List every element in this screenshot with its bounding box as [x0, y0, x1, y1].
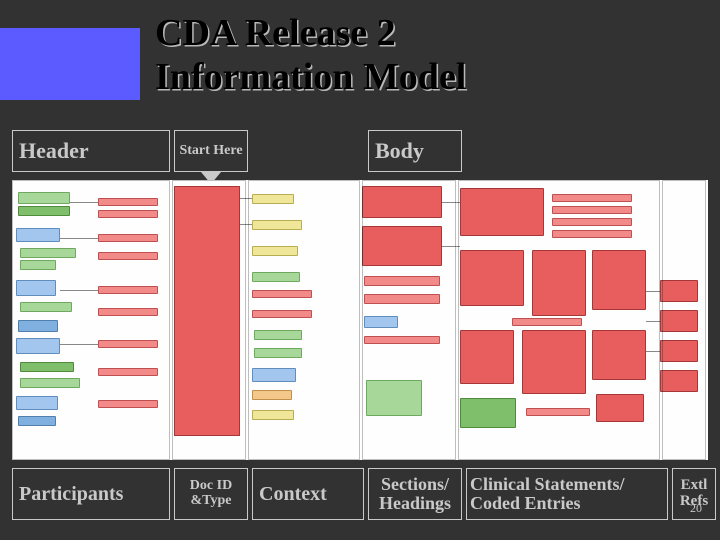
- uml-box: [592, 330, 646, 380]
- uml-box: [252, 410, 294, 420]
- uml-box: [20, 260, 56, 270]
- spacer-context-top: [252, 130, 364, 172]
- uml-box: [18, 416, 56, 426]
- uml-box: [98, 210, 158, 218]
- uml-box: [512, 318, 582, 326]
- uml-box: [364, 316, 398, 328]
- content-area: Header Start Here Body: [12, 130, 708, 520]
- uml-box: [16, 338, 60, 354]
- uml-box: [98, 340, 158, 348]
- uml-line: [60, 344, 98, 345]
- page-number: 20: [690, 501, 702, 516]
- uml-box: [252, 272, 300, 282]
- uml-box: [460, 188, 544, 236]
- uml-box: [526, 408, 590, 416]
- uml-box: [364, 336, 440, 344]
- uml-box: [98, 308, 158, 316]
- label-sections-headings: Sections/ Headings: [368, 468, 462, 520]
- uml-box: [18, 320, 58, 332]
- uml-box: [596, 394, 644, 422]
- uml-line: [60, 238, 98, 239]
- uml-box: [460, 330, 514, 384]
- uml-box: [20, 378, 80, 388]
- uml-box: [362, 186, 442, 218]
- title-line-1: CDA Release 2: [155, 12, 396, 54]
- uml-box: [18, 192, 70, 204]
- uml-central-class: [174, 186, 240, 436]
- uml-line: [442, 202, 460, 203]
- uml-box: [660, 310, 698, 332]
- label-start-here: Start Here: [174, 130, 248, 172]
- uml-box: [460, 250, 524, 306]
- label-docid-type: Doc ID &Type: [174, 468, 248, 520]
- uml-box: [364, 294, 440, 304]
- uml-box: [364, 276, 440, 286]
- uml-box: [20, 248, 76, 258]
- uml-box: [552, 194, 632, 202]
- uml-box: [366, 380, 422, 416]
- spacer-extl-top: [672, 130, 716, 172]
- uml-box: [252, 368, 296, 382]
- uml-box: [592, 250, 646, 310]
- title-accent-block: [0, 28, 140, 100]
- uml-line: [646, 291, 660, 292]
- uml-line: [240, 198, 252, 199]
- uml-box: [252, 246, 298, 256]
- uml-box: [660, 370, 698, 392]
- uml-box: [660, 340, 698, 362]
- uml-box: [252, 390, 292, 400]
- uml-box: [16, 396, 58, 410]
- uml-line: [70, 202, 98, 203]
- uml-box: [252, 310, 312, 318]
- bottom-label-row: Participants Doc ID &Type Context Sectio…: [12, 468, 708, 520]
- title-area: CDA Release 2 Information Model: [0, 10, 720, 120]
- uml-box: [660, 280, 698, 302]
- label-body: Body: [368, 130, 462, 172]
- uml-box: [98, 234, 158, 242]
- slide-title: CDA Release 2 Information Model: [155, 12, 466, 99]
- label-header: Header: [12, 130, 170, 172]
- spacer-clinical-top: [466, 130, 668, 172]
- uml-box: [552, 206, 632, 214]
- slide: CDA Release 2 Information Model Header S…: [0, 0, 720, 540]
- uml-line: [646, 351, 660, 352]
- uml-box: [552, 218, 632, 226]
- uml-box: [98, 400, 158, 408]
- uml-box: [252, 220, 302, 230]
- uml-box: [252, 194, 294, 204]
- label-clinical-statements: Clinical Statements/ Coded Entries: [466, 468, 668, 520]
- uml-box: [522, 330, 586, 394]
- uml-box: [254, 348, 302, 358]
- uml-line: [442, 246, 460, 247]
- uml-box: [20, 362, 74, 372]
- uml-line: [240, 224, 252, 225]
- top-label-row: Header Start Here Body: [12, 130, 708, 172]
- uml-diagram: [12, 180, 708, 460]
- uml-box: [98, 198, 158, 206]
- uml-box: [16, 280, 56, 296]
- uml-box: [98, 368, 158, 376]
- label-context: Context: [252, 468, 364, 520]
- uml-line: [646, 321, 660, 322]
- uml-box: [532, 250, 586, 316]
- uml-box: [362, 226, 442, 266]
- uml-box: [460, 398, 516, 428]
- label-participants: Participants: [12, 468, 170, 520]
- uml-box: [98, 252, 158, 260]
- uml-box: [18, 206, 70, 216]
- uml-box: [552, 230, 632, 238]
- uml-box: [252, 290, 312, 298]
- uml-box: [98, 286, 158, 294]
- uml-box: [20, 302, 72, 312]
- uml-line: [60, 290, 98, 291]
- uml-box: [254, 330, 302, 340]
- uml-box: [16, 228, 60, 242]
- title-line-2: Information Model: [155, 56, 466, 98]
